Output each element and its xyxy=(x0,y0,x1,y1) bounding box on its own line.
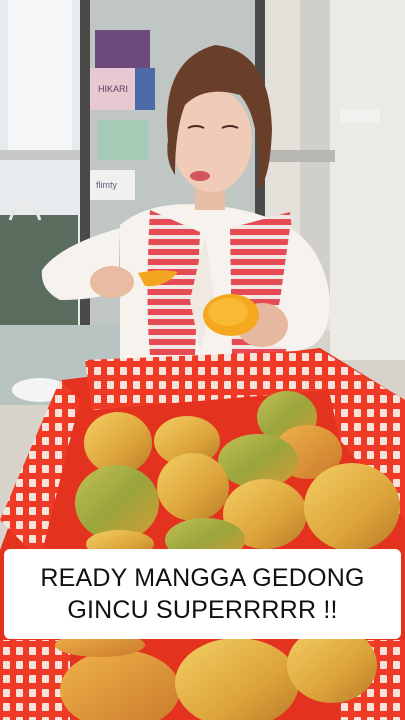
caption-line-2: GINCU SUPERRRRR !! xyxy=(67,596,338,624)
product-box xyxy=(95,30,150,70)
caption-line-1: READY MANGGA GEDONG xyxy=(40,564,365,592)
box-label-hikari: HIKARI xyxy=(98,84,128,94)
box-label-flimty: flimty xyxy=(96,180,117,190)
caption-overlay: READY MANGGA GEDONG GINCU SUPERRRRR !! xyxy=(4,549,401,639)
left-hand xyxy=(90,266,134,298)
